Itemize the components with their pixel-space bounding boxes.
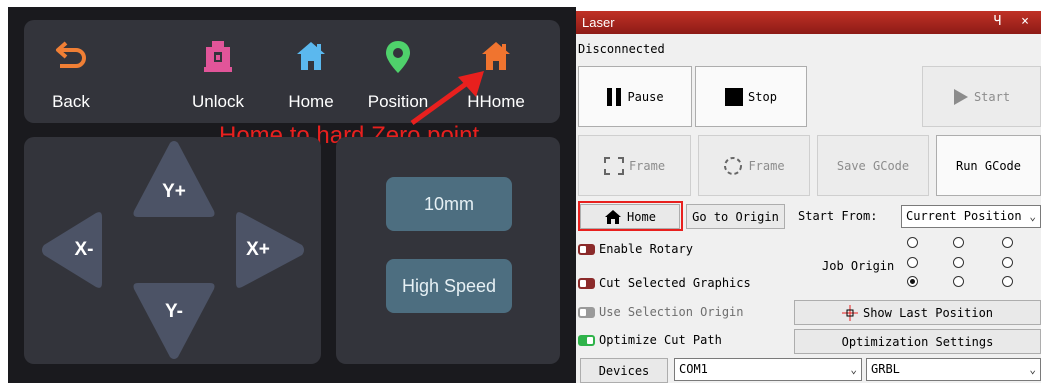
step-size-button[interactable]: 10mm <box>386 177 512 231</box>
home-icon <box>271 39 351 75</box>
optimize-cut-path-label: Optimize Cut Path <box>599 333 722 347</box>
stop-button[interactable]: Stop <box>695 66 807 127</box>
connection-status: Disconnected <box>578 42 665 56</box>
protocol-select[interactable]: GRBL ⌄ <box>866 358 1041 381</box>
origin-top-center-radio[interactable] <box>953 237 964 248</box>
pause-label: Pause <box>627 89 664 104</box>
optimization-settings-button[interactable]: Optimization Settings <box>794 329 1041 354</box>
jog-up-label: Y+ <box>162 181 186 202</box>
device-screen: Back Unlock Home Position HHome Home to … <box>8 7 576 383</box>
origin-middle-center-radio[interactable] <box>953 257 964 268</box>
enable-rotary-label: Enable Rotary <box>599 242 693 256</box>
origin-top-left-radio[interactable] <box>907 237 918 248</box>
stop-icon <box>725 87 744 106</box>
origin-middle-right-radio[interactable] <box>1002 257 1013 268</box>
origin-bottom-center-radio[interactable] <box>953 276 964 287</box>
laser-window: Laser Ч × Disconnected Pause Stop Start … <box>576 11 1041 383</box>
home-button[interactable]: Home <box>271 20 351 123</box>
save-gcode-button[interactable]: Save GCode <box>817 135 929 196</box>
frame-rect-icon <box>603 156 624 175</box>
start-from-label: Start From: <box>798 209 878 223</box>
play-icon <box>953 88 968 105</box>
unlock-button[interactable]: Unlock <box>178 20 258 123</box>
start-from-select[interactable]: Current Position ⌄ <box>901 205 1041 228</box>
speed-button[interactable]: High Speed <box>386 259 512 313</box>
origin-bottom-right-radio[interactable] <box>1002 276 1013 287</box>
jog-left-label: X- <box>74 239 94 260</box>
run-gcode-button[interactable]: Run GCode <box>936 135 1041 196</box>
chevron-down-icon: ⌄ <box>1029 210 1036 223</box>
back-button[interactable]: Back <box>31 20 111 123</box>
cut-selected-label: Cut Selected Graphics <box>599 276 751 290</box>
frame-rect-button[interactable]: Frame <box>578 135 691 196</box>
origin-top-right-radio[interactable] <box>1002 237 1013 248</box>
use-selection-origin-toggle[interactable] <box>578 307 595 318</box>
unlock-label: Unlock <box>192 92 244 111</box>
protocol-value: GRBL <box>871 362 900 376</box>
origin-middle-left-radio[interactable] <box>907 257 918 268</box>
job-origin-label: Job Origin <box>822 259 895 273</box>
home-highlight-box <box>578 201 683 231</box>
show-last-position-label: Show Last Position <box>862 305 994 320</box>
home-label: Home <box>288 92 334 111</box>
jog-right-label: X+ <box>246 239 270 260</box>
step-speed-panel: 10mm High Speed <box>336 137 560 364</box>
back-arrow-icon <box>31 39 111 75</box>
crosshair-icon <box>841 304 858 321</box>
port-select[interactable]: COM1 ⌄ <box>674 358 862 381</box>
frame-circle-button[interactable]: Frame <box>698 135 810 196</box>
chevron-down-icon: ⌄ <box>850 363 857 376</box>
laser-titlebar: Laser Ч × <box>576 11 1041 34</box>
cut-selected-toggle[interactable] <box>578 278 595 289</box>
show-last-position-button[interactable]: Show Last Position <box>794 300 1041 325</box>
jog-pad: Y+ Y- X- X+ <box>24 137 321 364</box>
unlock-icon <box>178 39 258 75</box>
window-title: Laser <box>582 15 615 30</box>
devices-button[interactable]: Devices <box>580 358 668 383</box>
back-label: Back <box>52 92 90 111</box>
stop-label: Stop <box>748 89 777 104</box>
start-button[interactable]: Start <box>922 66 1041 127</box>
chevron-down-icon: ⌄ <box>1029 363 1036 376</box>
frame-circle-label: Frame <box>748 158 785 173</box>
origin-bottom-left-radio[interactable] <box>907 276 918 287</box>
start-label: Start <box>973 89 1011 104</box>
use-selection-origin-label: Use Selection Origin <box>599 305 744 319</box>
pause-icon <box>607 87 622 106</box>
pause-button[interactable]: Pause <box>578 66 692 127</box>
optimize-cut-path-toggle[interactable] <box>578 335 595 346</box>
port-value: COM1 <box>679 362 708 376</box>
go-to-origin-button[interactable]: Go to Origin <box>686 204 785 229</box>
annotation-arrow-icon <box>410 71 484 126</box>
frame-circle-icon <box>724 156 743 175</box>
frame-rect-label: Frame <box>628 158 666 173</box>
jog-down-label: Y- <box>165 301 183 322</box>
window-controls[interactable]: Ч × <box>994 14 1035 29</box>
enable-rotary-toggle[interactable] <box>578 244 595 255</box>
start-from-value: Current Position <box>906 209 1022 223</box>
